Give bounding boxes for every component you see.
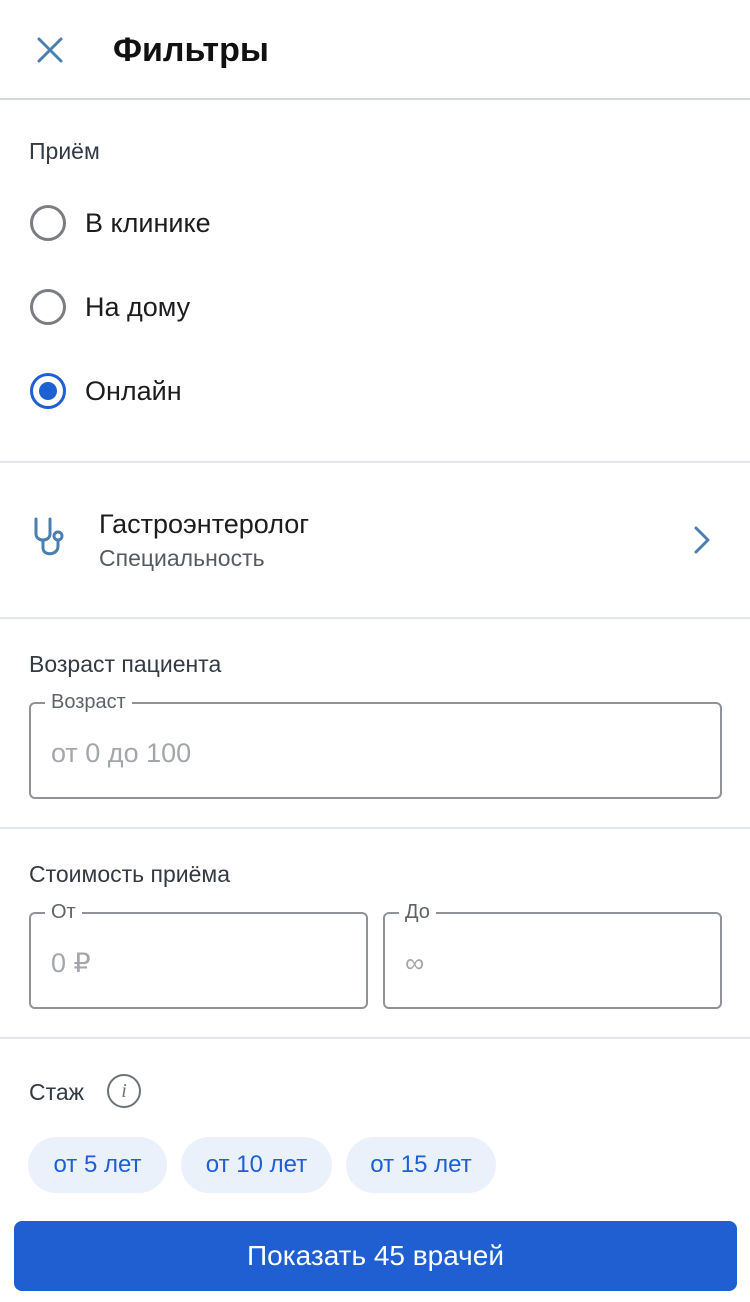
divider — [0, 827, 750, 829]
radio-in-clinic[interactable]: В клинике — [30, 193, 720, 253]
radio-online[interactable]: Онлайн — [30, 361, 720, 421]
chip-15-years[interactable]: от 15 лет — [346, 1137, 496, 1193]
close-button[interactable] — [24, 24, 76, 76]
price-to-input[interactable]: До ∞ — [383, 900, 722, 1009]
chip-10-years[interactable]: от 10 лет — [181, 1137, 332, 1193]
price-from-legend: От — [45, 900, 82, 924]
stethoscope-icon — [34, 517, 64, 556]
show-doctors-button[interactable]: Показать 45 врачей — [14, 1221, 737, 1291]
specialty-caption: Специальность — [99, 545, 265, 571]
price-from-input[interactable]: От 0 ₽ — [29, 900, 368, 1009]
radio-button-selected[interactable] — [30, 373, 66, 409]
close-icon — [37, 37, 63, 63]
price-to-legend: До — [399, 900, 436, 924]
age-label: Возраст пациента — [29, 651, 222, 677]
age-placeholder: от 0 до 100 — [51, 738, 192, 768]
chip-5-years[interactable]: от 5 лет — [28, 1137, 167, 1193]
radio-button[interactable] — [30, 289, 66, 325]
bottom-bar: Показать 45 врачей — [0, 1206, 750, 1302]
divider — [0, 461, 750, 463]
header: Фильтры — [0, 0, 750, 100]
divider — [0, 1037, 750, 1039]
page-title: Фильтры — [113, 31, 269, 69]
radio-at-home[interactable]: На дому — [30, 277, 720, 337]
info-icon[interactable]: i — [107, 1074, 141, 1108]
age-field-legend: Возраст — [45, 690, 132, 714]
filters-screen: Фильтры Приём В клинике На дому Онлайн Г… — [0, 0, 750, 1302]
price-from-placeholder: 0 ₽ — [51, 948, 91, 978]
specialty-value: Гастроэнтеролог — [99, 509, 310, 539]
appointment-label: Приём — [29, 138, 100, 164]
radio-label: Онлайн — [85, 376, 182, 406]
experience-label: Стаж — [29, 1079, 85, 1105]
radio-label: В клинике — [85, 208, 211, 238]
price-label: Стоимость приёма — [29, 861, 231, 887]
radio-label: На дому — [85, 292, 191, 322]
divider — [0, 617, 750, 619]
radio-button[interactable] — [30, 205, 66, 241]
age-input[interactable]: Возраст от 0 до 100 — [29, 690, 722, 799]
chevron-right-icon — [694, 526, 710, 554]
price-to-placeholder: ∞ — [405, 948, 425, 978]
